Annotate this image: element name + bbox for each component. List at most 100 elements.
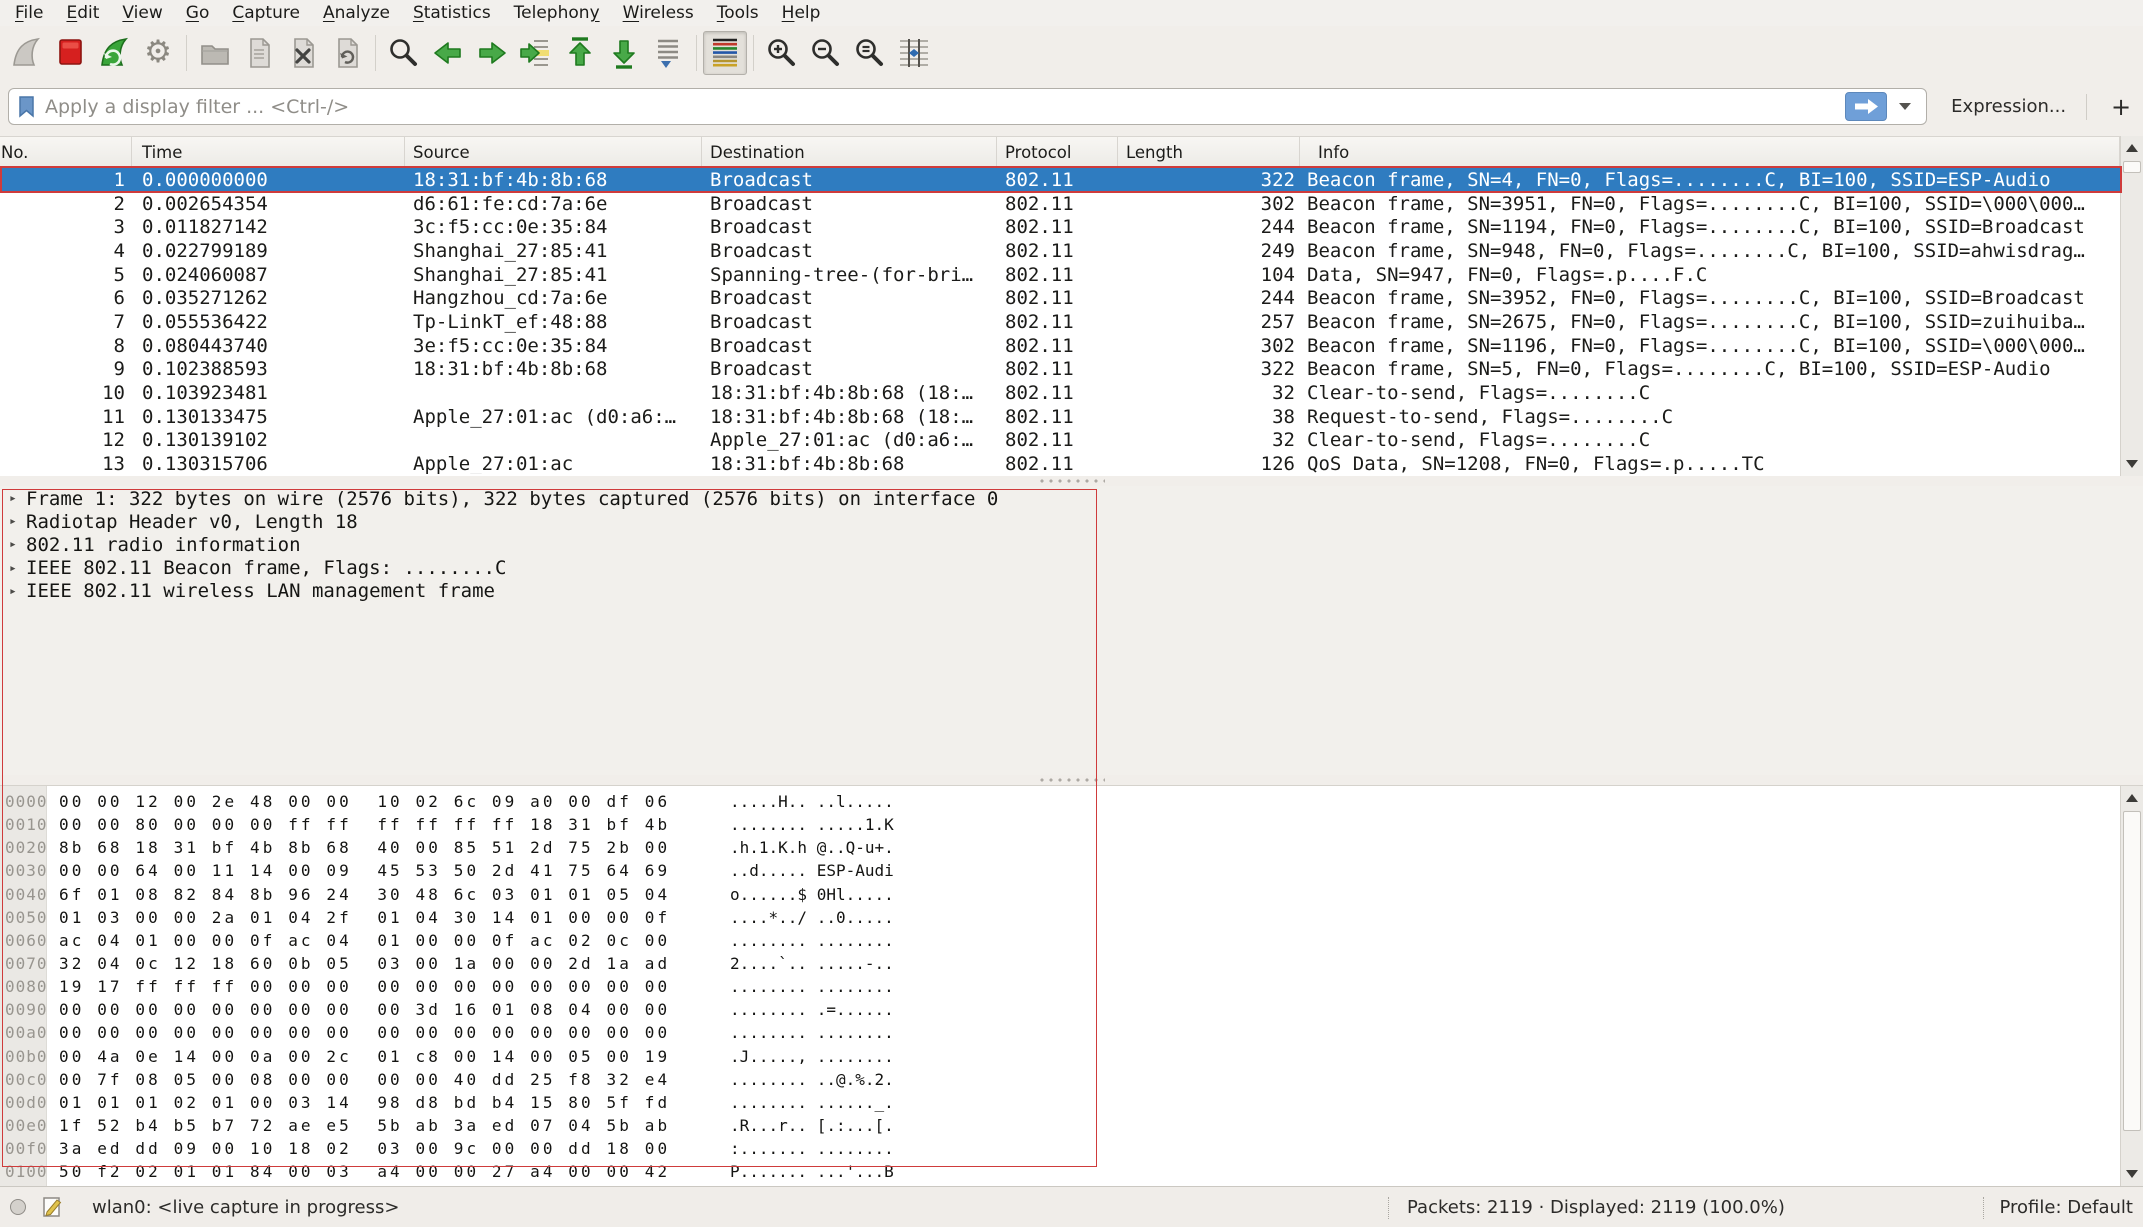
- pane-splitter-bottom[interactable]: [0, 775, 2143, 785]
- hex-row[interactable]: 007032 04 0c 12 18 60 0b 05 03 00 1a 00 …: [0, 952, 2120, 975]
- restart-capture-button[interactable]: [92, 31, 136, 75]
- scrollbar-thumb[interactable]: [2123, 161, 2141, 173]
- apply-filter-button[interactable]: [1845, 92, 1887, 121]
- save-capture-file-button[interactable]: [237, 31, 281, 75]
- go-to-packet-button[interactable]: [514, 31, 558, 75]
- hex-row[interactable]: 00208b 68 18 31 bf 4b 8b 68 40 00 85 51 …: [0, 836, 2120, 859]
- menu-help[interactable]: Help: [773, 2, 830, 24]
- hex-row[interactable]: 00a000 00 00 00 00 00 00 00 00 00 00 00 …: [0, 1021, 2120, 1044]
- hex-rows: 000000 00 12 00 2e 48 00 00 10 02 6c 09 …: [0, 790, 2120, 1186]
- detail-tree-row[interactable]: ▸IEEE 802.11 wireless LAN management fra…: [0, 580, 2143, 603]
- packet-row[interactable]: 120.130139102Apple_27:01:ac (d0:a6:…802.…: [0, 429, 2120, 453]
- packet-cell-length: 126: [1118, 453, 1300, 474]
- hex-row[interactable]: 00e01f 52 b4 b5 b7 72 ae e5 5b ab 3a ed …: [0, 1114, 2120, 1137]
- reload-capture-file-button[interactable]: [325, 31, 369, 75]
- go-back-button[interactable]: [426, 31, 470, 75]
- add-filter-button[interactable]: +: [2107, 93, 2135, 121]
- packet-row[interactable]: 60.035271262Hangzhou_cd:7a:6eBroadcast80…: [0, 286, 2120, 310]
- expert-info-icon[interactable]: [42, 1195, 64, 1219]
- expand-arrow-icon[interactable]: ▸: [9, 491, 26, 506]
- menu-capture[interactable]: Capture: [223, 2, 309, 24]
- column-header-time[interactable]: Time: [132, 137, 405, 167]
- detail-tree-row[interactable]: ▸IEEE 802.11 Beacon frame, Flags: ......…: [0, 557, 2143, 580]
- hex-row[interactable]: 001000 00 80 00 00 00 ff ff ff ff ff ff …: [0, 813, 2120, 836]
- zoom-in-button[interactable]: [760, 31, 804, 75]
- packet-row[interactable]: 30.0118271423c:f5:cc:0e:35:84Broadcast80…: [0, 215, 2120, 239]
- menu-telephony[interactable]: Telephony: [505, 2, 609, 24]
- close-capture-file-button[interactable]: [281, 31, 325, 75]
- go-forward-button[interactable]: [470, 31, 514, 75]
- go-first-packet-button[interactable]: [558, 31, 602, 75]
- menu-go[interactable]: Go: [177, 2, 219, 24]
- zoom-100-button[interactable]: [848, 31, 892, 75]
- menu-tools[interactable]: Tools: [708, 2, 768, 24]
- resize-columns-button[interactable]: [892, 31, 936, 75]
- capture-status-icon[interactable]: [10, 1199, 26, 1215]
- filter-dropdown-caret[interactable]: [1899, 103, 1911, 110]
- menu-edit[interactable]: Edit: [57, 2, 108, 24]
- column-header-no[interactable]: No.: [0, 137, 132, 167]
- scroll-up-icon[interactable]: [2121, 787, 2143, 809]
- hex-row[interactable]: 000000 00 12 00 2e 48 00 00 10 02 6c 09 …: [0, 790, 2120, 813]
- menu-statistics[interactable]: Statistics: [404, 2, 500, 24]
- zoom-out-button[interactable]: [804, 31, 848, 75]
- hex-row[interactable]: 003000 00 64 00 11 14 00 09 45 53 50 2d …: [0, 859, 2120, 882]
- auto-scroll-toggle-button[interactable]: [646, 31, 690, 75]
- packet-row[interactable]: 10.00000000018:31:bf:4b:8b:68Broadcast80…: [0, 168, 2120, 192]
- hex-row[interactable]: 0060ac 04 01 00 00 0f ac 04 01 00 00 0f …: [0, 929, 2120, 952]
- packet-row[interactable]: 80.0804437403e:f5:cc:0e:35:84Broadcast80…: [0, 334, 2120, 358]
- menu-wireless[interactable]: Wireless: [614, 2, 703, 24]
- hex-row[interactable]: 00f03a ed dd 09 00 10 18 02 03 00 9c 00 …: [0, 1137, 2120, 1160]
- profile-indicator[interactable]: Profile: Default: [1999, 1197, 2133, 1218]
- column-header-protocol[interactable]: Protocol: [997, 137, 1118, 167]
- scrollbar-thumb[interactable]: [2123, 811, 2141, 1131]
- expand-arrow-icon[interactable]: ▸: [9, 537, 26, 552]
- column-header-info[interactable]: Info: [1300, 137, 2120, 167]
- packet-row[interactable]: 90.10238859318:31:bf:4b:8b:68Broadcast80…: [0, 358, 2120, 382]
- open-capture-file-button[interactable]: [193, 31, 237, 75]
- packet-bytes-scrollbar[interactable]: [2120, 786, 2143, 1186]
- packet-row[interactable]: 130.130315706Apple_27:01:ac18:31:bf:4b:8…: [0, 452, 2120, 474]
- column-header-length[interactable]: Length: [1118, 137, 1300, 167]
- capture-options-button[interactable]: ⚙: [136, 31, 180, 75]
- column-header-source[interactable]: Source: [405, 137, 702, 167]
- hex-row[interactable]: 005001 03 00 00 2a 01 04 2f 01 04 30 14 …: [0, 906, 2120, 929]
- hex-row[interactable]: 00c000 7f 08 05 00 08 00 00 00 00 40 dd …: [0, 1068, 2120, 1091]
- expand-arrow-icon[interactable]: ▸: [9, 584, 26, 599]
- display-filter-input[interactable]: Apply a display filter ... <Ctrl-/>: [8, 88, 1927, 125]
- packet-row[interactable]: 20.002654354d6:61:fe:cd:7a:6eBroadcast80…: [0, 192, 2120, 216]
- go-last-packet-button[interactable]: [602, 31, 646, 75]
- hex-row[interactable]: 008019 17 ff ff ff 00 00 00 00 00 00 00 …: [0, 975, 2120, 998]
- find-packet-button[interactable]: [382, 31, 426, 75]
- filter-bookmark-icon[interactable]: [17, 95, 36, 118]
- colorize-toggle-button[interactable]: [703, 31, 747, 75]
- menu-view[interactable]: View: [113, 2, 171, 24]
- pane-splitter-top[interactable]: [0, 476, 2143, 486]
- expression-button[interactable]: Expression...: [1951, 96, 2066, 117]
- hex-row[interactable]: 00406f 01 08 82 84 8b 96 24 30 48 6c 03 …: [0, 883, 2120, 906]
- packet-row[interactable]: 110.130133475Apple_27:01:ac (d0:a6:…18:3…: [0, 405, 2120, 429]
- packet-counts: Packets: 2119 · Displayed: 2119 (100.0%): [1407, 1197, 1785, 1218]
- scroll-down-icon[interactable]: [2121, 1163, 2143, 1185]
- packet-row[interactable]: 70.055536422Tp-LinkT_ef:48:88Broadcast80…: [0, 310, 2120, 334]
- packet-row[interactable]: 100.10392348118:31:bf:4b:8b:68 (18:…802.…: [0, 381, 2120, 405]
- menu-analyze[interactable]: Analyze: [314, 2, 399, 24]
- detail-tree-row[interactable]: ▸Frame 1: 322 bytes on wire (2576 bits),…: [0, 487, 2143, 510]
- menu-file[interactable]: File: [6, 2, 52, 24]
- expand-arrow-icon[interactable]: ▸: [9, 514, 26, 529]
- packet-list-scrollbar[interactable]: [2120, 136, 2143, 476]
- scroll-up-icon[interactable]: [2121, 137, 2143, 159]
- hex-row[interactable]: 009000 00 00 00 00 00 00 00 00 3d 16 01 …: [0, 998, 2120, 1021]
- hex-row[interactable]: 00d001 01 01 02 01 00 03 14 98 d8 bd b4 …: [0, 1091, 2120, 1114]
- detail-tree-row[interactable]: ▸Radiotap Header v0, Length 18: [0, 510, 2143, 533]
- expand-arrow-icon[interactable]: ▸: [9, 561, 26, 576]
- packet-row[interactable]: 50.024060087Shanghai_27:85:41Spanning-tr…: [0, 263, 2120, 287]
- hex-row[interactable]: 010050 f2 02 01 01 84 00 03 a4 00 00 27 …: [0, 1160, 2120, 1183]
- packet-row[interactable]: 40.022799189Shanghai_27:85:41Broadcast80…: [0, 239, 2120, 263]
- stop-capture-button[interactable]: [48, 31, 92, 75]
- scroll-down-icon[interactable]: [2121, 453, 2143, 475]
- hex-row[interactable]: 00b000 4a 0e 14 00 0a 00 2c 01 c8 00 14 …: [0, 1045, 2120, 1068]
- detail-tree-row[interactable]: ▸802.11 radio information: [0, 533, 2143, 556]
- start-capture-button[interactable]: [4, 31, 48, 75]
- column-header-destination[interactable]: Destination: [702, 137, 997, 167]
